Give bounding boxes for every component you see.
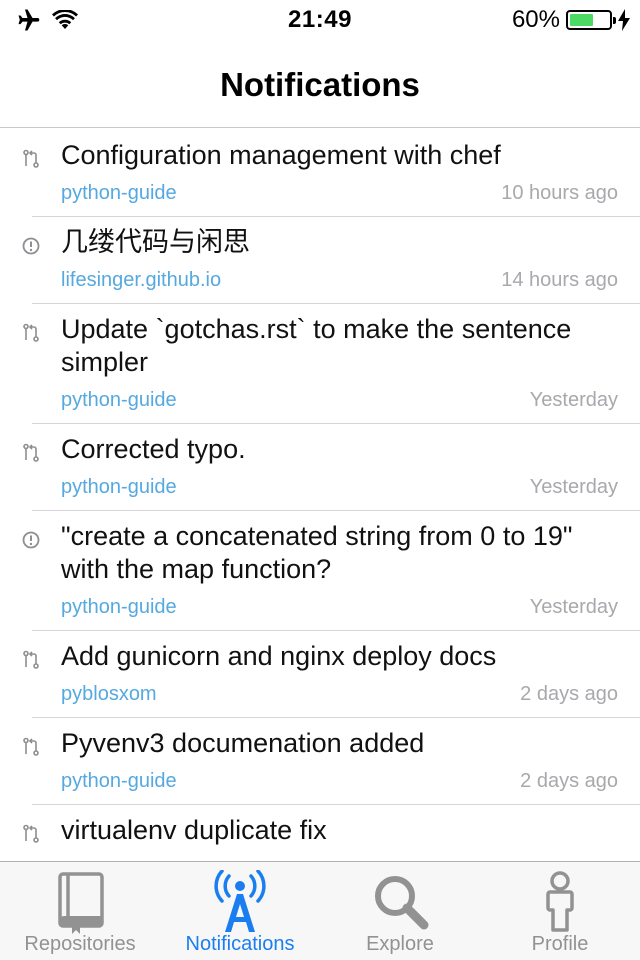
notification-content: Add gunicorn and nginx deploy docs pyblos… — [0, 630, 640, 717]
notification-timestamp: 2 days ago — [520, 769, 618, 792]
notification-row[interactable]: Configuration management with chef python… — [0, 129, 640, 217]
notification-timestamp: Yesterday — [529, 388, 618, 411]
pull-request-icon — [21, 650, 41, 670]
tab-profile[interactable]: Profile — [480, 862, 640, 960]
notification-content: 几缕代码与闲思 lifesinger.github.io 14 hours ago — [0, 216, 640, 303]
notification-row[interactable]: Add gunicorn and nginx deploy docs pyblos… — [0, 630, 640, 718]
battery-level-fill — [570, 14, 593, 26]
notification-title: virtualenv duplicate fix — [61, 815, 327, 845]
notification-title: 几缕代码与闲思 — [61, 227, 250, 257]
pull-request-icon — [21, 737, 41, 757]
battery-tip — [613, 17, 616, 24]
status-bar: 21:49 60% — [0, 0, 640, 40]
notification-title: Corrected typo. — [61, 434, 246, 464]
tab-label-profile: Profile — [531, 933, 589, 955]
charging-bolt-icon — [618, 9, 630, 31]
notification-row[interactable]: "create a concatenated string from 0 to … — [0, 510, 640, 631]
person-icon — [546, 871, 574, 932]
notification-content: Pyvenv3 documenation added python-guide 2 … — [0, 717, 640, 804]
repository-link[interactable]: python-guide — [61, 476, 177, 499]
notification-row[interactable]: 几缕代码与闲思 lifesinger.github.io 14 hours ago — [0, 216, 640, 304]
notification-meta: python-guide Yesterday — [61, 475, 618, 499]
screen: 21:49 60% Notifications Configuration ma… — [0, 0, 640, 960]
notification-content: Corrected typo. python-guide Yesterday — [0, 423, 640, 510]
notifications-list[interactable]: Configuration management with chef python… — [0, 129, 640, 861]
battery-icon — [566, 10, 616, 30]
notification-meta: pyblosxom 2 days ago — [61, 682, 618, 706]
book-icon — [58, 872, 104, 934]
repository-link[interactable]: pyblosxom — [61, 683, 157, 706]
repository-link[interactable]: lifesinger.github.io — [61, 269, 221, 292]
notification-title: Add gunicorn and nginx deploy docs — [61, 641, 497, 671]
navigation-bar: Notifications — [0, 40, 640, 128]
notification-content: "create a concatenated string from 0 to … — [0, 510, 640, 630]
notification-meta: python-guide Yesterday — [61, 595, 618, 619]
notification-row[interactable]: virtualenv duplicate fix — [0, 804, 640, 858]
notification-timestamp: Yesterday — [529, 595, 618, 618]
notification-meta: python-guide Yesterday — [61, 388, 618, 412]
pull-request-icon — [21, 824, 41, 844]
tab-notifications[interactable]: Notifications — [160, 862, 320, 960]
tab-label-explore: Explore — [366, 933, 434, 955]
repository-link[interactable]: python-guide — [61, 770, 177, 793]
notification-row[interactable]: Pyvenv3 documenation added python-guide 2 … — [0, 717, 640, 805]
notification-row[interactable]: Corrected typo. python-guide Yesterday — [0, 423, 640, 511]
notification-timestamp: Yesterday — [529, 475, 618, 498]
tab-bar: Repositories Notifications Explore Profi… — [0, 861, 640, 960]
tab-label-repositories: Repositories — [24, 933, 136, 955]
status-right: 60% — [512, 6, 630, 34]
notification-timestamp: 2 days ago — [520, 682, 618, 705]
pull-request-icon — [21, 323, 41, 343]
magnifier-icon — [375, 876, 429, 930]
notification-title: Configuration management with chef — [61, 140, 501, 170]
notification-content: Configuration management with chef python… — [0, 129, 640, 216]
broadcast-icon — [214, 870, 266, 932]
tab-explore[interactable]: Explore — [320, 862, 480, 960]
repository-link[interactable]: python-guide — [61, 182, 177, 205]
notification-content: Update `gotchas.rst` to make the sentenc… — [0, 303, 640, 423]
tab-repositories[interactable]: Repositories — [0, 862, 160, 960]
notification-meta: python-guide 10 hours ago — [61, 181, 618, 205]
notification-title: Pyvenv3 documenation added — [61, 728, 425, 758]
notification-timestamp: 10 hours ago — [501, 181, 618, 204]
battery-percent: 60% — [511, 6, 560, 33]
repository-link[interactable]: python-guide — [61, 389, 177, 412]
notification-content: virtualenv duplicate fix — [0, 804, 640, 858]
notification-meta: python-guide 2 days ago — [61, 769, 618, 793]
notification-meta: lifesinger.github.io 14 hours ago — [61, 268, 618, 292]
page-title: Notifications — [220, 66, 420, 103]
notification-title: Update `gotchas.rst` to make the sentenc… — [61, 314, 572, 377]
pull-request-icon — [21, 149, 41, 169]
pull-request-icon — [21, 443, 41, 463]
issue-icon — [21, 236, 41, 256]
notification-title: "create a concatenated string from 0 to … — [61, 521, 573, 584]
repository-link[interactable]: python-guide — [61, 596, 177, 619]
tab-label-notifications: Notifications — [185, 933, 295, 955]
notification-timestamp: 14 hours ago — [501, 268, 618, 291]
issue-icon — [21, 530, 41, 550]
notification-row[interactable]: Update `gotchas.rst` to make the sentenc… — [0, 303, 640, 424]
